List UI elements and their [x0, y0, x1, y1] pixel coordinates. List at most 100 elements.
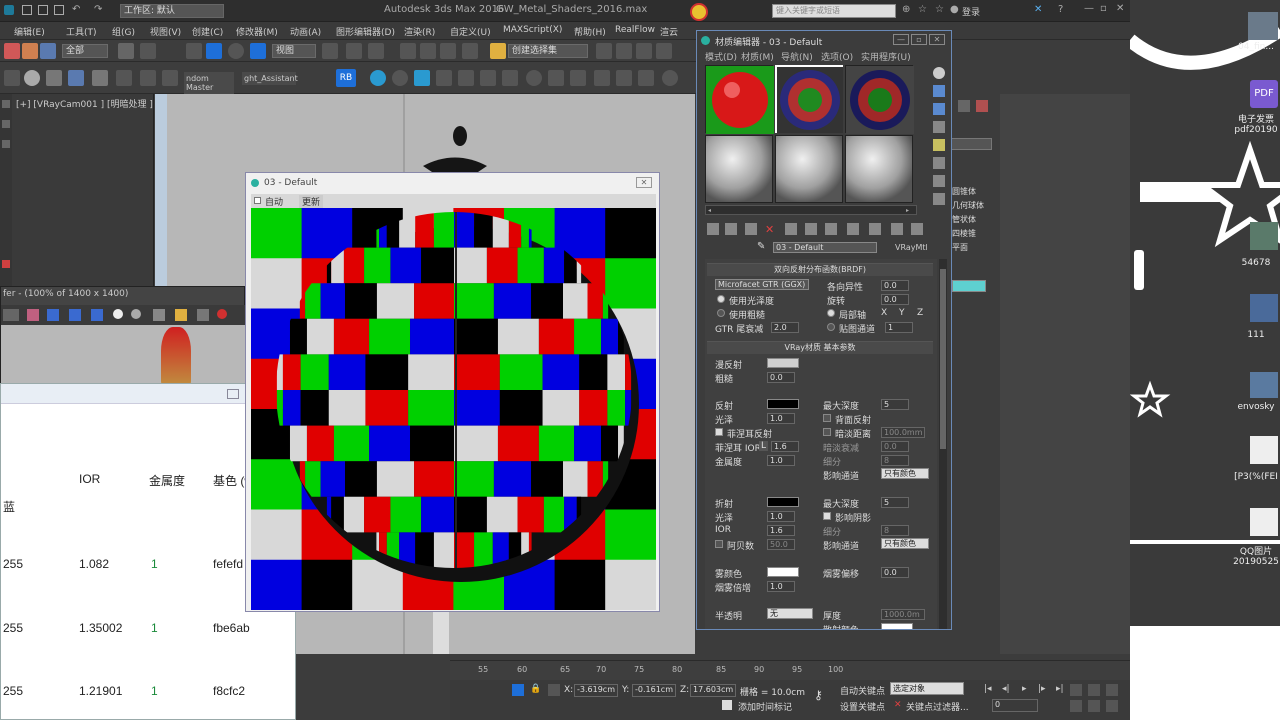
show-end-result-icon[interactable] [869, 223, 881, 235]
object-geosphere[interactable]: 几何球体 [952, 200, 984, 211]
graphite-icon[interactable] [656, 43, 672, 59]
app-logo-icon[interactable] [4, 5, 14, 15]
axis-y-button[interactable]: Y [899, 308, 905, 318]
parameter-scrollbar[interactable] [939, 259, 947, 629]
zoom-icon[interactable] [1070, 684, 1082, 696]
qr-image-icon[interactable] [1250, 508, 1278, 536]
desktop-icon-1[interactable] [1248, 12, 1278, 40]
vray-light-icon[interactable] [370, 70, 386, 86]
rb-button[interactable]: RB [336, 69, 356, 87]
object-tube[interactable]: 管状体 [952, 214, 976, 225]
auto-checkbox[interactable] [254, 197, 261, 204]
category-dropdown[interactable] [950, 138, 992, 150]
percent-snap-icon[interactable] [440, 43, 456, 59]
vray-mesh-icon[interactable] [548, 70, 564, 86]
vray-ies-icon[interactable] [436, 70, 452, 86]
med-menu-mode[interactable]: 模式(D) [705, 50, 737, 63]
diffuse-color-swatch[interactable] [767, 358, 799, 368]
menu-edit[interactable]: 编辑(E) [14, 25, 45, 38]
restore-button[interactable]: ▫ [1100, 3, 1107, 14]
vray-frame-buffer-window[interactable]: fer - (100% of 1400 x 1400) [0, 286, 246, 387]
link-icon[interactable] [4, 43, 20, 59]
edit-named-selection-icon[interactable] [490, 43, 506, 59]
vray-scene-icon[interactable] [616, 70, 632, 86]
gloss-spinner[interactable]: 1.0 [767, 413, 795, 424]
menu-maxscript[interactable]: MAXScript(X) [503, 25, 562, 35]
object-cone[interactable]: 圆锥体 [952, 186, 976, 197]
vray-sun-icon[interactable] [392, 70, 408, 86]
z-coord-field[interactable]: 17.603cm [690, 684, 736, 697]
close-button[interactable]: ✕ [1116, 3, 1124, 14]
object-color-swatch[interactable] [952, 280, 986, 292]
rotation-spinner[interactable]: 0.0 [881, 294, 909, 305]
curve-editor-icon[interactable] [4, 70, 20, 86]
play-icon[interactable]: ▸ [1022, 684, 1027, 694]
select-manipulate-icon[interactable] [346, 43, 362, 59]
bind-spacewarp-icon[interactable] [40, 43, 56, 59]
render-setup-icon[interactable] [116, 70, 132, 86]
spinner-snap-icon[interactable] [462, 43, 478, 59]
affect-channels-dropdown[interactable]: 只有颜色 [881, 468, 929, 479]
sphere-icon[interactable] [24, 70, 40, 86]
material-slot-1[interactable] [705, 65, 774, 134]
sample-type-icon[interactable] [933, 67, 945, 79]
menu-renyun[interactable]: 渲云 [660, 25, 678, 38]
keyboard-shortcut-icon[interactable] [368, 43, 384, 59]
dim-distance-checkbox[interactable] [823, 428, 831, 436]
mirror-icon[interactable] [596, 43, 612, 59]
med-close-button[interactable]: ✕ [929, 34, 945, 45]
minimize-button[interactable]: — [1084, 3, 1094, 14]
basic-params-rollout-header[interactable]: VRay材质 基本参数 [707, 341, 933, 354]
select-by-material-icon[interactable] [933, 193, 945, 205]
render-frame-icon[interactable] [140, 70, 156, 86]
translucency-dropdown[interactable]: 无 [767, 608, 813, 619]
background-icon[interactable] [933, 103, 945, 115]
rectangle-select-icon[interactable] [186, 43, 202, 59]
current-frame-field[interactable]: 0 [992, 699, 1038, 712]
menu-help[interactable]: 帮助(H) [574, 25, 606, 38]
vray-frame-buffer-icon[interactable] [570, 70, 586, 86]
med-menu-options[interactable]: 选项(O) [821, 50, 853, 63]
material-slot-2[interactable] [775, 65, 843, 133]
make-preview-icon[interactable] [933, 157, 945, 169]
strip-tool-icon[interactable] [2, 140, 10, 148]
zoom-extents-icon[interactable] [1106, 684, 1118, 696]
favorites-icon[interactable]: ☆ [935, 4, 944, 15]
map-channel-radio[interactable] [827, 323, 835, 331]
roughness-spinner[interactable]: 0.0 [767, 372, 795, 383]
menu-realflow[interactable]: RealFlow [615, 25, 655, 35]
select-object-icon[interactable] [118, 43, 134, 59]
login-link[interactable]: 登录 [962, 5, 980, 18]
fresnel-ior-lock-button[interactable]: L [759, 441, 769, 451]
select-move-icon[interactable] [206, 43, 222, 59]
refract-affect-channels-dropdown[interactable]: 只有颜色 [881, 538, 929, 549]
menu-tools[interactable]: 工具(T) [66, 25, 97, 38]
key-filters-button[interactable]: 关键点过滤器... [906, 700, 969, 713]
goto-start-icon[interactable]: |◂ [984, 684, 992, 694]
video-color-check-icon[interactable] [933, 139, 945, 151]
material-preview-window[interactable]: 03 - Default ✕ 自动 更新 [245, 172, 660, 612]
left-viewport[interactable]: [+] [VRayCam001 ] [明暗处理 ] [12, 94, 154, 294]
set-key-button[interactable]: 设置关键点 [840, 700, 885, 713]
vray-eye-icon[interactable] [638, 70, 654, 86]
save-image-icon[interactable] [153, 309, 165, 321]
eyedropper-icon[interactable]: ✎ [757, 241, 765, 252]
menu-rendering[interactable]: 渲染(R) [404, 25, 435, 38]
refract-color-swatch[interactable] [767, 497, 799, 507]
fresnel-checkbox[interactable] [715, 428, 723, 436]
affect-shadows-checkbox[interactable] [823, 512, 831, 520]
fresnel-ior-spinner[interactable]: 1.6 [771, 441, 799, 452]
vray-dome-icon[interactable] [414, 70, 430, 86]
search-input[interactable]: 键入关键字或短语 [772, 4, 896, 18]
reset-material-icon[interactable]: ✕ [765, 223, 774, 236]
redo-icon[interactable]: ↷ [94, 4, 102, 15]
go-forward-sibling-icon[interactable] [911, 223, 923, 235]
make-unique-icon[interactable] [785, 223, 797, 235]
anisotropy-spinner[interactable]: 0.0 [881, 280, 909, 291]
exchange-icon[interactable]: ✕ [1034, 4, 1042, 15]
med-menu-utilities[interactable]: 实用程序(U) [861, 50, 911, 63]
material-slot-3[interactable] [845, 65, 914, 134]
vray-camera-icon[interactable] [480, 70, 496, 86]
right-command-panel[interactable]: 圆锥体 几何球体 管状体 四棱锥 平面 [950, 94, 1130, 654]
subdivs-spinner[interactable]: 8 [881, 455, 909, 466]
